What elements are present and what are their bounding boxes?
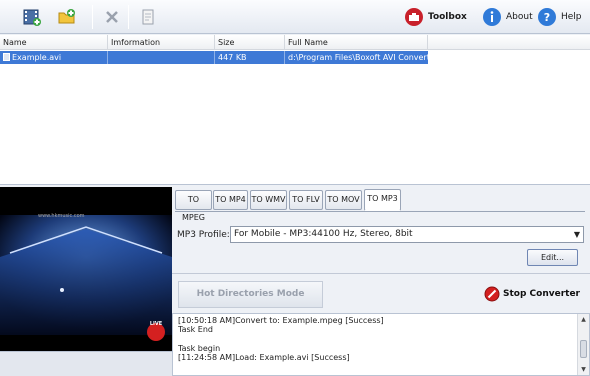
live-badge: LIVE: [150, 321, 163, 327]
file-name: Example.avi: [12, 53, 62, 62]
svg-text:?: ?: [544, 11, 550, 24]
toolbar: Toolbox About ? Help: [0, 0, 590, 34]
toolbox-label: Toolbox: [428, 12, 467, 22]
log-line: Task End: [178, 325, 214, 334]
chevron-down-icon: ▼: [573, 230, 580, 239]
file-icon: [3, 53, 10, 61]
column-header-full-name[interactable]: Full Name: [285, 35, 428, 50]
toolbox-icon: [405, 8, 423, 26]
file-full-name-cell: d:\Program Files\Boxoft AVI Convert...: [288, 53, 428, 62]
folder-add-icon: [58, 9, 75, 24]
file-information-cell: [108, 51, 215, 64]
column-header-size[interactable]: Size: [215, 35, 285, 50]
column-header-information[interactable]: Imformation: [108, 35, 215, 50]
about-label: About: [506, 12, 533, 22]
video-preview: www.hkmusic.com LIVE: [0, 187, 172, 351]
file-size-cell: 447 KB: [215, 51, 285, 64]
stop-converter-label: Stop Converter: [503, 289, 580, 299]
tab-strip-border: [175, 211, 585, 212]
preview-footer: [0, 351, 172, 376]
column-header-name[interactable]: Name: [0, 35, 108, 50]
clear-list-button[interactable]: [136, 5, 160, 29]
profile-label: MP3 Profile:: [177, 230, 230, 240]
help-button[interactable]: ? Help: [537, 6, 582, 28]
table-row[interactable]: Example.avi 447 KB d:\Program Files\Boxo…: [0, 51, 428, 64]
add-video-button[interactable]: [20, 5, 44, 29]
tab-to-mp3[interactable]: TO MP3: [364, 189, 401, 211]
action-bar: Hot Directories Mode Stop Converter: [172, 273, 590, 313]
file-list-header: Name Imformation Size Full Name: [0, 35, 590, 50]
preview-watermark: www.hkmusic.com: [38, 213, 85, 219]
tab-to-mov[interactable]: TO MOV: [325, 190, 362, 210]
file-list[interactable]: Name Imformation Size Full Name Example.…: [0, 35, 590, 185]
hot-directories-button[interactable]: Hot Directories Mode: [178, 281, 323, 308]
stop-converter-button[interactable]: Stop Converter: [484, 283, 580, 305]
file-name-cell: Example.avi: [0, 51, 108, 64]
scroll-down-icon[interactable]: ▼: [578, 364, 589, 375]
log-scrollbar[interactable]: ▲ ▼: [577, 314, 589, 375]
scroll-thumb[interactable]: [580, 340, 587, 358]
log-line: [10:50:18 AM]Convert to: Example.mpeg [S…: [178, 316, 384, 325]
add-folder-button[interactable]: [55, 5, 79, 29]
profile-select[interactable]: For Mobile - MP3:44100 Hz, Stereo, 8bit …: [230, 226, 584, 243]
tab-to-flv[interactable]: TO FLV: [289, 190, 323, 210]
format-panel: TO MPEG TO MP4 TO WMV TO FLV TO MOV TO M…: [172, 187, 590, 273]
info-icon: [483, 8, 501, 26]
toolbox-button[interactable]: Toolbox: [404, 6, 467, 28]
about-button[interactable]: About: [482, 6, 533, 28]
scroll-up-icon[interactable]: ▲: [578, 314, 589, 325]
help-label: Help: [561, 12, 582, 22]
film-add-icon: [23, 9, 41, 26]
tab-to-mp4[interactable]: TO MP4: [213, 190, 248, 210]
profile-value: For Mobile - MP3:44100 Hz, Stereo, 8bit: [234, 229, 413, 239]
clear-list-icon: [142, 9, 154, 25]
stop-icon: [484, 286, 500, 302]
preview-frame: www.hkmusic.com LIVE: [0, 187, 172, 351]
remove-button[interactable]: [100, 5, 124, 29]
log-panel[interactable]: [10:50:18 AM]Convert to: Example.mpeg [S…: [172, 313, 590, 376]
log-line: [11:24:58 AM]Load: Example.avi [Success]: [178, 353, 350, 362]
toolbar-separator: [128, 5, 129, 29]
help-icon: ?: [538, 8, 556, 26]
remove-icon: [106, 11, 118, 23]
tab-to-mpeg[interactable]: TO MPEG: [175, 190, 212, 222]
edit-button[interactable]: Edit...: [527, 249, 578, 266]
log-line: Task begin: [178, 344, 221, 353]
toolbar-separator: [92, 5, 93, 29]
tab-to-wmv[interactable]: TO WMV: [250, 190, 287, 210]
